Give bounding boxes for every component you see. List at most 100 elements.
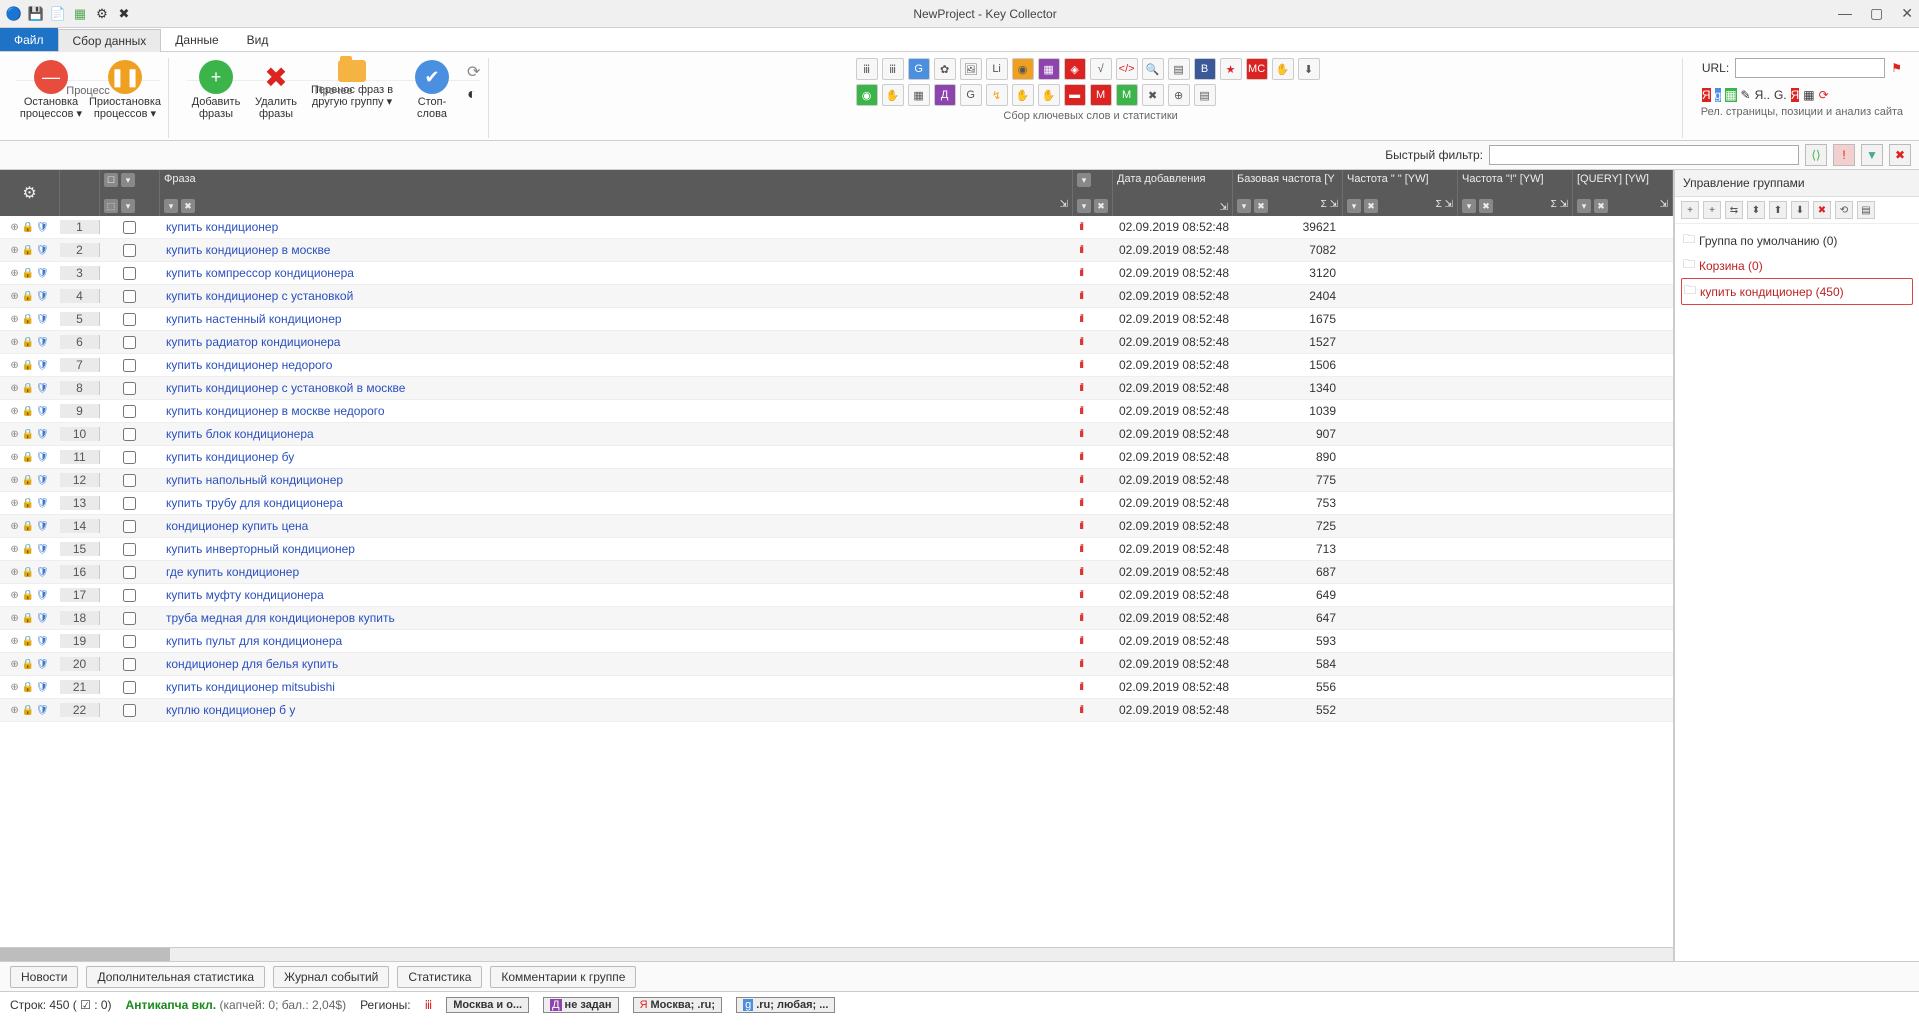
refresh-icon[interactable]: ⟳ <box>1819 88 1829 102</box>
settings-icon[interactable]: ⚙ <box>22 183 36 203</box>
tool-icon[interactable]: ⅲ <box>856 58 878 80</box>
col-date[interactable]: Дата добавления ⇲ <box>1113 170 1233 216</box>
table-row[interactable]: ⊕ 🔒 🛡11купить кондиционер буılıl02.09.20… <box>0 446 1673 469</box>
tool-icon[interactable]: ✋ <box>882 84 904 106</box>
tool-icon[interactable]: Д <box>934 84 956 106</box>
row-checkbox[interactable] <box>100 681 160 694</box>
cell-phrase[interactable]: купить кондиционер в москве недорого <box>160 404 1073 418</box>
group-tool-icon[interactable]: ⇆ <box>1725 201 1743 219</box>
tab-collect[interactable]: Сбор данных <box>58 29 162 52</box>
refresh-icon[interactable]: ⟳ <box>467 62 480 82</box>
col-freq-quote[interactable]: Частота " " [YW] ▾✖Σ ⇲ <box>1343 170 1458 216</box>
filter-funnel-icon[interactable]: ▼ <box>1861 144 1883 166</box>
tools-icon[interactable]: ✖ <box>116 6 132 22</box>
tool-icon[interactable]: ⬇ <box>1298 58 1320 80</box>
cell-phrase[interactable]: купить настенный кондиционер <box>160 312 1073 326</box>
tool-icon[interactable]: ★ <box>1220 58 1242 80</box>
horizontal-scrollbar[interactable] <box>0 947 1673 961</box>
tool-icon[interactable]: ✿ <box>934 58 956 80</box>
row-checkbox[interactable] <box>100 635 160 648</box>
flag-icon[interactable]: ⚑ <box>1891 61 1902 75</box>
table-row[interactable]: ⊕ 🔒 🛡16где купить кондиционерılıl02.09.2… <box>0 561 1673 584</box>
row-checkbox[interactable] <box>100 543 160 556</box>
tool-icon[interactable]: ✋ <box>1012 84 1034 106</box>
cell-phrase[interactable]: купить кондиционер <box>160 220 1073 234</box>
cell-phrase[interactable]: купить пульт для кондиционера <box>160 634 1073 648</box>
site-tool-icon[interactable]: g <box>1715 88 1722 102</box>
row-checkbox[interactable] <box>100 244 160 257</box>
row-checkbox[interactable] <box>100 474 160 487</box>
group-add-icon[interactable]: + <box>1681 201 1699 219</box>
col-phrase[interactable]: Фраза ▾✖⇲ <box>160 170 1073 216</box>
cell-phrase[interactable]: труба медная для кондиционеров купить <box>160 611 1073 625</box>
cell-phrase[interactable]: купить кондиционер недорого <box>160 358 1073 372</box>
group-add2-icon[interactable]: + <box>1703 201 1721 219</box>
group-node[interactable]: 🗀Корзина (0) <box>1681 253 1913 278</box>
row-checkbox[interactable] <box>100 290 160 303</box>
sheet-icon[interactable]: ▦ <box>72 6 88 22</box>
tool-icon[interactable]: ✋ <box>1038 84 1060 106</box>
filter-apply-icon[interactable]: ⟨⟩ <box>1805 144 1827 166</box>
tool-icon[interactable]: ✖ <box>1142 84 1164 106</box>
tool-icon[interactable]: ◈ <box>1064 58 1086 80</box>
cell-phrase[interactable]: купить кондиционер с установкой <box>160 289 1073 303</box>
group-tool-icon[interactable]: ⬍ <box>1747 201 1765 219</box>
table-row[interactable]: ⊕ 🔒 🛡9купить кондиционер в москве недоро… <box>0 400 1673 423</box>
add-phrases-button[interactable]: + Добавить фразы <box>187 58 245 122</box>
row-checkbox[interactable] <box>100 658 160 671</box>
tool-icon[interactable]: ◉ <box>1012 58 1034 80</box>
grid-body[interactable]: ⊕ 🔒 🛡1купить кондиционерılıl02.09.2019 0… <box>0 216 1673 947</box>
row-checkbox[interactable] <box>100 313 160 326</box>
group-tool-icon[interactable]: ▤ <box>1857 201 1875 219</box>
table-row[interactable]: ⊕ 🔒 🛡6купить радиатор кондиционераılıl02… <box>0 331 1673 354</box>
col-stat[interactable]: ▾ ▾✖ <box>1073 170 1113 216</box>
tool-icon[interactable]: В <box>1194 58 1216 80</box>
col-base-freq[interactable]: Базовая частота [Y ▾✖Σ ⇲ <box>1233 170 1343 216</box>
site-tool-icon[interactable]: ▦ <box>1803 88 1814 102</box>
table-row[interactable]: ⊕ 🔒 🛡7купить кондиционер недорогоılıl02.… <box>0 354 1673 377</box>
group-tool-icon[interactable]: ⬇ <box>1791 201 1809 219</box>
quick-filter-input[interactable] <box>1489 145 1799 165</box>
row-checkbox[interactable] <box>100 428 160 441</box>
row-checkbox[interactable] <box>100 267 160 280</box>
tool-icon[interactable]: М <box>1116 84 1138 106</box>
minimize-icon[interactable]: — <box>1838 5 1852 22</box>
tab-view[interactable]: Вид <box>233 28 283 51</box>
cell-phrase[interactable]: купить блок кондиционера <box>160 427 1073 441</box>
row-checkbox[interactable] <box>100 589 160 602</box>
delete-phrases-button[interactable]: ✖ Удалить фразы <box>249 58 303 122</box>
col-freq-exact[interactable]: Частота "!" [YW] ▾✖Σ ⇲ <box>1458 170 1573 216</box>
tool-icon[interactable]: Li <box>986 58 1008 80</box>
table-row[interactable]: ⊕ 🔒 🛡18труба медная для кондиционеров ку… <box>0 607 1673 630</box>
tool-icon[interactable]: ▤ <box>1194 84 1216 106</box>
cell-phrase[interactable]: купить радиатор кондиционера <box>160 335 1073 349</box>
tool-icon[interactable]: ▬ <box>1064 84 1086 106</box>
tool-icon[interactable]: ▦ <box>1038 58 1060 80</box>
site-tool-icon[interactable]: G. <box>1774 88 1787 102</box>
status-region-direct[interactable]: Дне задан <box>543 997 618 1013</box>
row-checkbox[interactable] <box>100 359 160 372</box>
row-checkbox[interactable] <box>100 221 160 234</box>
table-row[interactable]: ⊕ 🔒 🛡21купить кондиционер mitsubishiılıl… <box>0 676 1673 699</box>
stopwords-button[interactable]: ✔ Стоп-слова <box>401 58 463 122</box>
col-query[interactable]: [QUERY] [YW] ▾✖⇲ <box>1573 170 1673 216</box>
tool-icon[interactable]: ▤ <box>1168 58 1190 80</box>
row-checkbox[interactable] <box>100 336 160 349</box>
gear-icon[interactable]: ⚙ <box>94 6 110 22</box>
tool-icon[interactable]: ✋ <box>1272 58 1294 80</box>
row-checkbox[interactable] <box>100 497 160 510</box>
bottom-tab[interactable]: Комментарии к группе <box>490 966 636 988</box>
tool-icon[interactable]: 🖼 <box>960 58 982 80</box>
site-tool-icon[interactable]: ▦ <box>1725 88 1736 102</box>
table-row[interactable]: ⊕ 🔒 🛡2купить кондиционер в москвеılıl02.… <box>0 239 1673 262</box>
row-checkbox[interactable] <box>100 520 160 533</box>
group-node[interactable]: 🗀купить кондиционер (450) <box>1681 278 1913 305</box>
row-checkbox[interactable] <box>100 612 160 625</box>
filter-warn-icon[interactable]: ! <box>1833 144 1855 166</box>
table-row[interactable]: ⊕ 🔒 🛡12купить напольный кондиционерılıl0… <box>0 469 1673 492</box>
cell-phrase[interactable]: купить кондиционер mitsubishi <box>160 680 1073 694</box>
filter-clear-icon[interactable]: ✖ <box>1889 144 1911 166</box>
tool-icon[interactable]: G <box>960 84 982 106</box>
status-region-google[interactable]: g.ru; любая; ... <box>736 997 835 1013</box>
cell-phrase[interactable]: купить напольный кондиционер <box>160 473 1073 487</box>
